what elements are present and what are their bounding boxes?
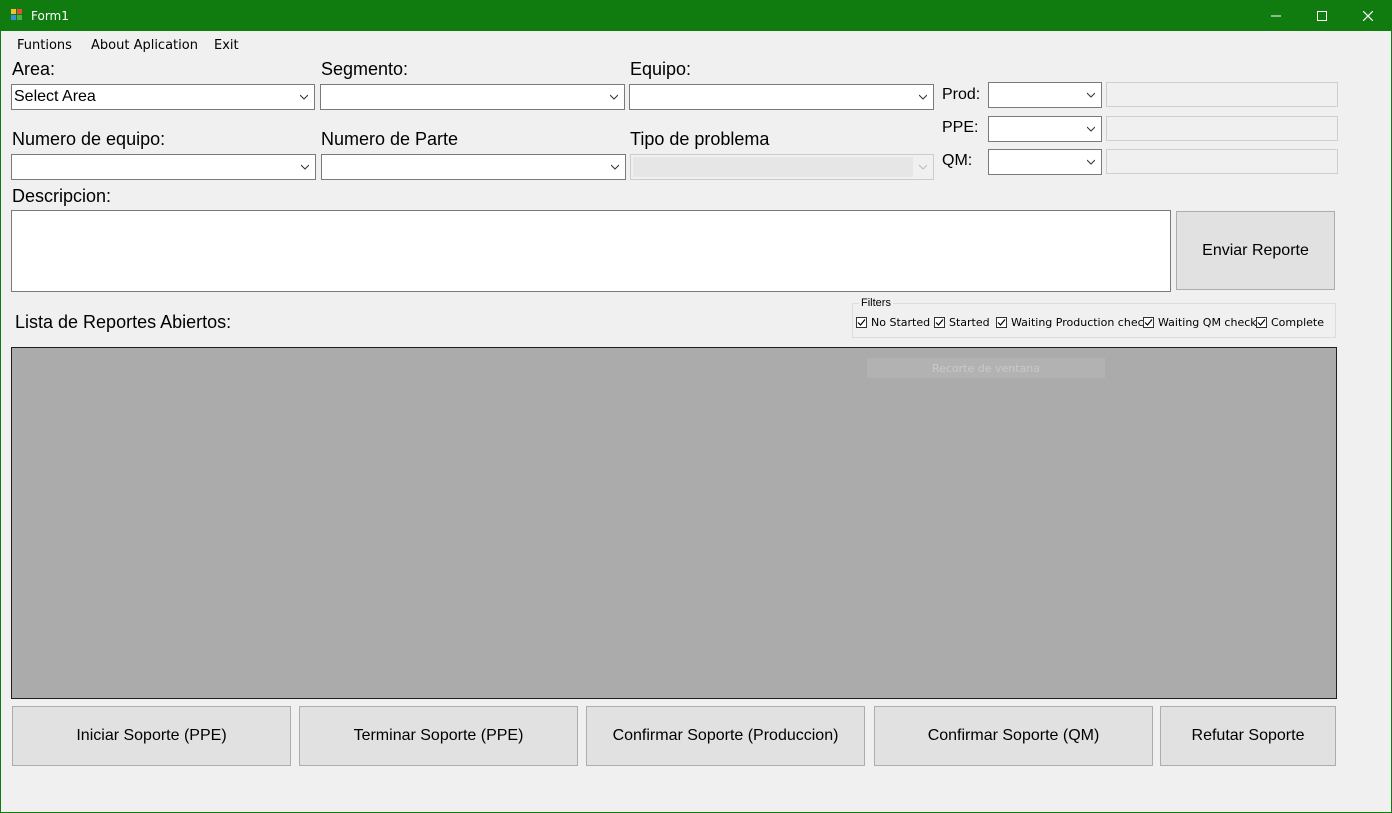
qm-label: QM: bbox=[942, 152, 973, 169]
chevron-down-icon bbox=[301, 164, 309, 170]
area-label: Area: bbox=[12, 59, 56, 79]
tipo-problema-label: Tipo de problema bbox=[630, 129, 770, 149]
chevron-down-icon bbox=[300, 94, 308, 100]
qm-readonly-field bbox=[1106, 149, 1338, 174]
descripcion-textarea[interactable] bbox=[11, 210, 1171, 292]
equipo-select[interactable] bbox=[629, 84, 934, 110]
maximize-icon bbox=[1317, 10, 1327, 21]
filter-label: Started bbox=[949, 315, 990, 329]
checkbox-checked-icon bbox=[996, 316, 1007, 328]
qm-select[interactable] bbox=[988, 149, 1102, 175]
prod-label: Prod: bbox=[942, 86, 981, 103]
window-title: Form1 bbox=[31, 9, 69, 23]
tipo-problema-select[interactable] bbox=[630, 154, 934, 180]
terminar-soporte-button[interactable]: Terminar Soporte (PPE) bbox=[299, 706, 578, 766]
filter-label: Complete bbox=[1271, 315, 1325, 329]
filter-no-started[interactable]: No Started bbox=[856, 315, 930, 329]
area-select-value: Select Area bbox=[14, 88, 96, 105]
segmento-select[interactable] bbox=[320, 84, 625, 110]
filter-label: Waiting Production check bbox=[1011, 315, 1151, 329]
filter-complete[interactable]: Complete bbox=[1256, 315, 1324, 329]
close-button[interactable] bbox=[1345, 0, 1391, 31]
menu-about[interactable]: About Aplication bbox=[91, 38, 198, 53]
filter-waiting-qm[interactable]: Waiting QM check bbox=[1143, 315, 1257, 329]
chevron-down-icon bbox=[611, 164, 619, 170]
enviar-reporte-button[interactable]: Enviar Reporte bbox=[1176, 211, 1335, 290]
filter-started[interactable]: Started bbox=[934, 315, 990, 329]
app-icon bbox=[11, 9, 24, 22]
confirmar-produccion-button[interactable]: Confirmar Soporte (Produccion) bbox=[586, 706, 865, 766]
chevron-down-icon bbox=[1087, 92, 1095, 98]
main-window: Form1 Funtions About Aplication Exit Are… bbox=[1, 0, 1391, 812]
menu-exit[interactable]: Exit bbox=[214, 38, 239, 53]
checkbox-checked-icon bbox=[934, 316, 945, 328]
filters-legend: Filters bbox=[859, 297, 893, 309]
minimize-button[interactable] bbox=[1253, 0, 1299, 31]
confirmar-qm-button[interactable]: Confirmar Soporte (QM) bbox=[874, 706, 1153, 766]
prod-select[interactable] bbox=[988, 82, 1102, 108]
lista-reportes-label: Lista de Reportes Abiertos: bbox=[15, 312, 232, 332]
prod-readonly-field bbox=[1106, 82, 1338, 107]
chevron-down-icon bbox=[1087, 159, 1095, 165]
filter-label: Waiting QM check bbox=[1158, 315, 1257, 329]
chevron-down-icon bbox=[1087, 126, 1095, 132]
tipo-problema-select-inner bbox=[633, 157, 913, 177]
iniciar-soporte-button[interactable]: Iniciar Soporte (PPE) bbox=[12, 706, 291, 766]
filter-waiting-production[interactable]: Waiting Production check bbox=[996, 315, 1150, 329]
filter-label: No Started bbox=[871, 315, 931, 329]
close-icon bbox=[1363, 10, 1373, 21]
checkbox-checked-icon bbox=[1256, 316, 1267, 328]
equipo-label: Equipo: bbox=[630, 59, 692, 79]
minimize-icon bbox=[1271, 15, 1281, 16]
chevron-down-icon bbox=[610, 94, 618, 100]
descripcion-label: Descripcion: bbox=[12, 186, 112, 206]
ppe-select[interactable] bbox=[988, 116, 1102, 142]
chevron-down-icon bbox=[919, 164, 927, 170]
chevron-down-icon bbox=[919, 94, 927, 100]
menu-funtions[interactable]: Funtions bbox=[17, 38, 72, 53]
ppe-label: PPE: bbox=[942, 119, 979, 136]
maximize-button[interactable] bbox=[1299, 0, 1345, 31]
checkbox-checked-icon bbox=[1143, 316, 1154, 328]
area-select[interactable]: Select Area bbox=[11, 84, 315, 110]
checkbox-checked-icon bbox=[856, 316, 867, 328]
refutar-soporte-button[interactable]: Refutar Soporte bbox=[1160, 706, 1336, 766]
reportes-data-grid[interactable] bbox=[11, 347, 1337, 699]
segmento-label: Segmento: bbox=[321, 59, 409, 79]
title-bar: Form1 bbox=[1, 0, 1391, 31]
ghost-overlay-label: Recorte de ventana bbox=[867, 358, 1105, 378]
ppe-readonly-field bbox=[1106, 116, 1338, 141]
numero-equipo-select[interactable] bbox=[11, 154, 316, 180]
menu-bar: Funtions About Aplication Exit bbox=[1, 31, 1391, 58]
numero-parte-label: Numero de Parte bbox=[321, 129, 459, 149]
numero-parte-select[interactable] bbox=[321, 154, 626, 180]
numero-equipo-label: Numero de equipo: bbox=[12, 129, 166, 149]
